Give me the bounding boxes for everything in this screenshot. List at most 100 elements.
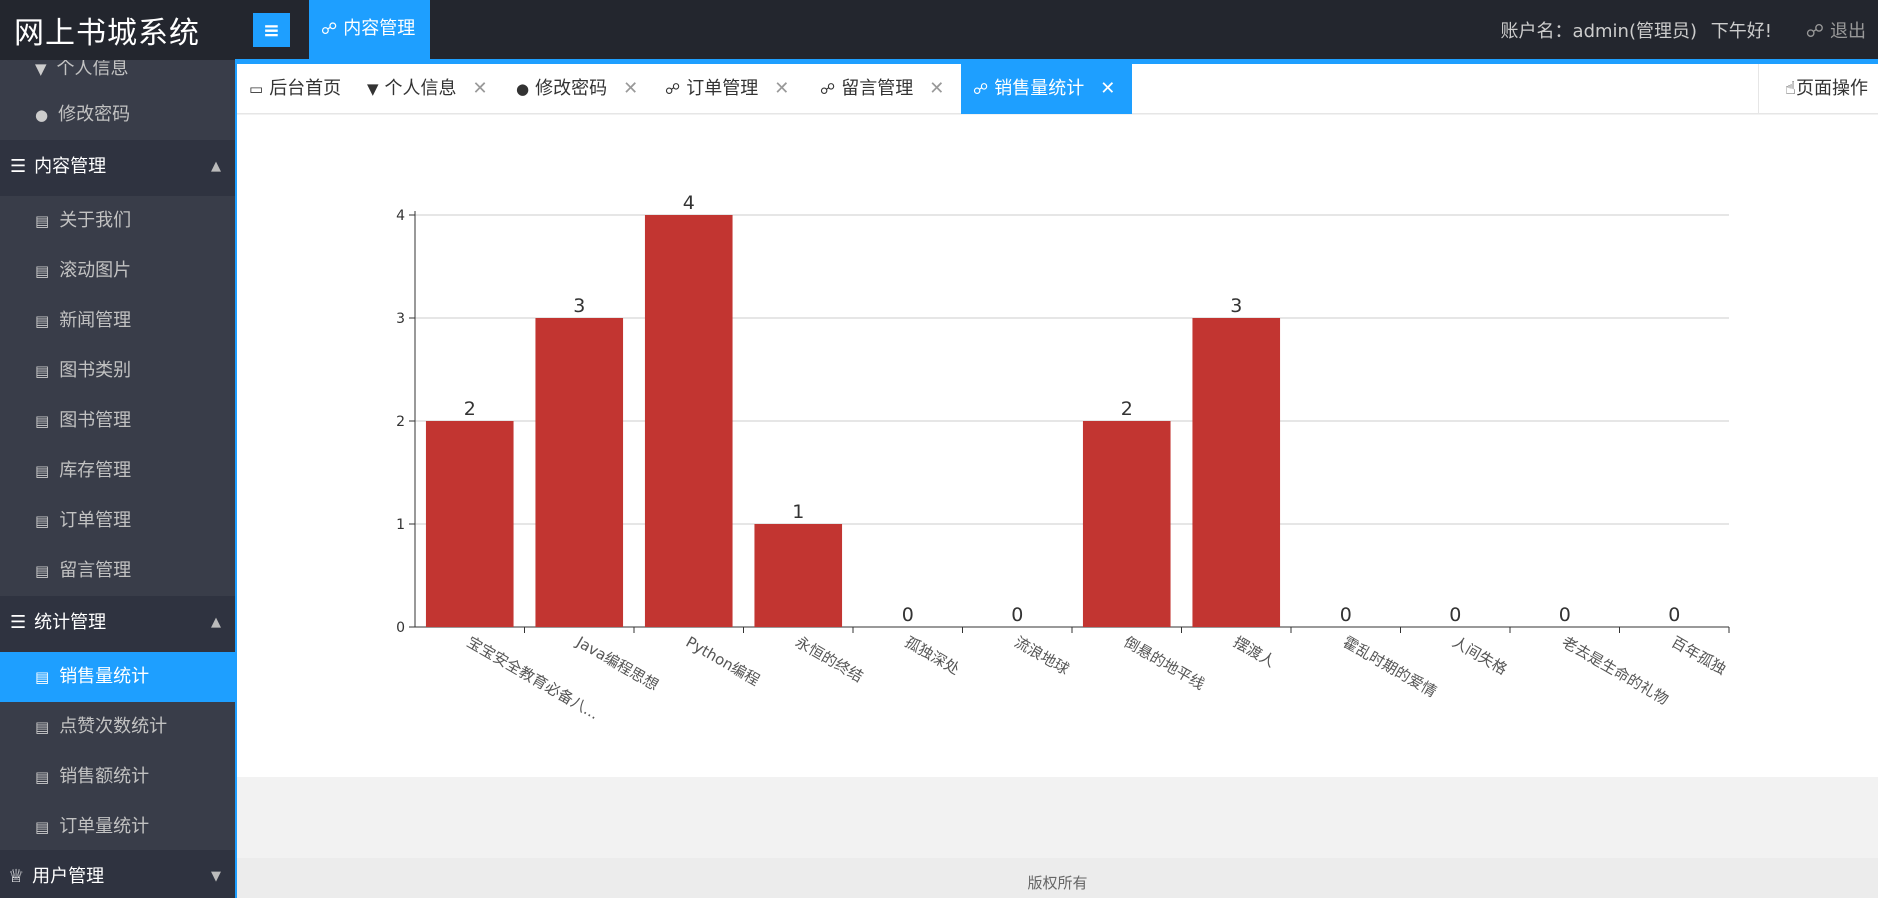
chevron-up-icon: ▲ [211,159,221,174]
sidebar-group-content[interactable]: ☰ 内容管理 ▲ [0,140,235,196]
bar-value-label: 0 [1449,604,1461,626]
bar-value-label: 0 [1011,604,1023,626]
top-header: 网上书城系统 ≡ ☍ 内容管理 账户名：admin(管理员) 下午好! ☍ 退出 [0,0,1878,60]
tab-bar: ▭ 后台首页 ▼ 个人信息 ✕ ● 修改密码 ✕ ☍ 订单管理 ✕ ☍ 留言管理 ✕ ☍ 销售量统计… [237,64,1878,114]
chevron-up-icon: ▲ [211,615,221,630]
bar-value-label: 1 [792,501,804,523]
list-icon: ☰ [10,612,27,633]
bar [1192,318,1281,627]
sidebar-item-likes-stats[interactable]: ▤ 点赞次数统计 [0,702,235,752]
tab-change-password[interactable]: ● 修改密码 ✕ [504,64,638,114]
bar-value-label: 0 [1559,604,1571,626]
bar-value-label: 4 [683,192,695,214]
top-tab-label: 内容管理 [343,18,416,39]
sidebar-item-revenue-stats[interactable]: ▤ 销售额统计 [0,752,235,802]
tab-sales-stats[interactable]: ☍ 销售量统计 ✕ [961,64,1132,114]
tab-label: 订单管理 [686,78,759,99]
sidebar-item-book-category[interactable]: ▤ 图书类别 [0,346,235,396]
bar [1082,421,1171,627]
sidebar-item-sales-stats[interactable]: ▤ 销售量统计 [0,652,235,702]
sidebar-item-label: 关于我们 [59,210,132,231]
logout-icon: ☍ [1805,21,1824,42]
tab-profile[interactable]: ▼ 个人信息 ✕ [355,64,488,114]
tab-messages[interactable]: ☍ 留言管理 ✕ [808,64,944,114]
sidebar-item-label: 点赞次数统计 [59,716,168,737]
account-name[interactable]: 账户名：admin(管理员) [1501,17,1697,43]
document-icon: ▤ [35,362,50,380]
y-tick-label: 1 [396,517,405,533]
sidebar-item-label: 库存管理 [59,460,132,481]
sidebar-item-orders[interactable]: ▤ 订单管理 [0,496,235,546]
sidebar-item-profile[interactable]: ▼ 个人信息 [0,60,235,94]
close-icon[interactable]: ✕ [929,78,944,99]
user-lock-icon: ● [35,106,49,124]
logout-label: 退出 [1830,21,1866,42]
page-operations-menu[interactable]: ☝页面操作 [1758,64,1878,114]
bar-value-label: 2 [464,398,476,420]
menu-toggle-button[interactable]: ≡ [253,13,290,47]
bar-value-label: 2 [1121,398,1133,420]
hand-coins-icon: ☍ [973,80,989,98]
bar-value-label: 3 [573,295,585,317]
document-icon: ▤ [35,312,50,330]
close-icon[interactable]: ✕ [1100,78,1115,99]
list-icon: ☰ [10,156,27,177]
sidebar-item-about[interactable]: ▤ 关于我们 [0,196,235,246]
sidebar-item-inventory[interactable]: ▤ 库存管理 [0,446,235,496]
y-tick-label: 4 [396,208,405,224]
sidebar-group-label: 内容管理 [34,156,107,177]
close-icon[interactable]: ✕ [473,78,488,99]
document-icon: ▤ [35,462,50,480]
bar-value-label: 0 [1340,604,1352,626]
sidebar-item-messages[interactable]: ▤ 留言管理 [0,546,235,596]
sidebar-item-label: 订单量统计 [59,816,150,837]
sales-volume-chart: 012342宝宝安全教育必备八...3Java编程思想4Python编程1永恒的… [396,192,1730,723]
bar [425,421,514,627]
close-icon[interactable]: ✕ [774,78,789,99]
x-tick-label: 倒悬的地平线 [1121,633,1208,694]
bar-value-label: 3 [1230,295,1242,317]
chevron-down-icon: ▼ [211,869,221,884]
top-tab-content-management[interactable]: ☍ 内容管理 [309,0,430,60]
document-icon: ▤ [35,512,50,530]
sidebar-item-label: 滚动图片 [59,260,132,281]
document-icon: ▤ [35,718,50,736]
x-tick-label: Java编程思想 [572,632,661,694]
sidebar-item-carousel[interactable]: ▤ 滚动图片 [0,246,235,296]
document-icon: ▤ [35,562,50,580]
y-tick-label: 0 [396,620,405,636]
sidebar-item-change-password[interactable]: ● 修改密码 [0,90,235,140]
shirt-icon: ▼ [35,60,47,78]
document-icon: ▤ [35,668,50,686]
x-tick-label: 百年孤独 [1668,633,1729,679]
bar [644,215,733,627]
sidebar-item-label: 销售量统计 [59,666,150,687]
sidebar-item-label: 个人信息 [56,60,129,79]
y-tick-label: 3 [396,311,405,327]
sidebar-item-order-count-stats[interactable]: ▤ 订单量统计 [0,802,235,852]
document-icon: ▤ [35,262,50,280]
sidebar-item-news[interactable]: ▤ 新闻管理 [0,296,235,346]
hand-coins-icon: ☍ [321,19,338,38]
tab-orders[interactable]: ☍ 订单管理 ✕ [653,64,789,114]
sidebar-item-label: 图书管理 [59,410,132,431]
sidebar-item-label: 销售额统计 [59,766,150,787]
sidebar-item-label: 留言管理 [59,560,132,581]
logout-button[interactable]: ☍ 退出 [1806,17,1866,43]
sidebar-item-label: 新闻管理 [59,310,132,331]
bar [535,318,624,627]
close-icon[interactable]: ✕ [623,78,638,99]
sidebar-item-books[interactable]: ▤ 图书管理 [0,396,235,446]
x-tick-label: 老去是生命的礼物 [1559,633,1672,709]
tab-label: 个人信息 [384,78,457,99]
tab-label: 销售量统计 [994,78,1085,99]
app-title: 网上书城系统 [14,16,200,51]
footer: 版权所有 [237,858,1878,898]
sidebar-item-label: 图书类别 [59,360,132,381]
tab-home[interactable]: ▭ 后台首页 [237,64,341,114]
sidebar-group-stats[interactable]: ☰ 统计管理 ▲ [0,596,235,652]
sidebar-group-users[interactable]: ♕ 用户管理 ▼ [0,850,235,898]
x-tick-label: 永恒的终结 [792,633,866,686]
monitor-icon: ▭ [249,80,264,98]
hand-coins-icon: ☍ [665,80,681,98]
